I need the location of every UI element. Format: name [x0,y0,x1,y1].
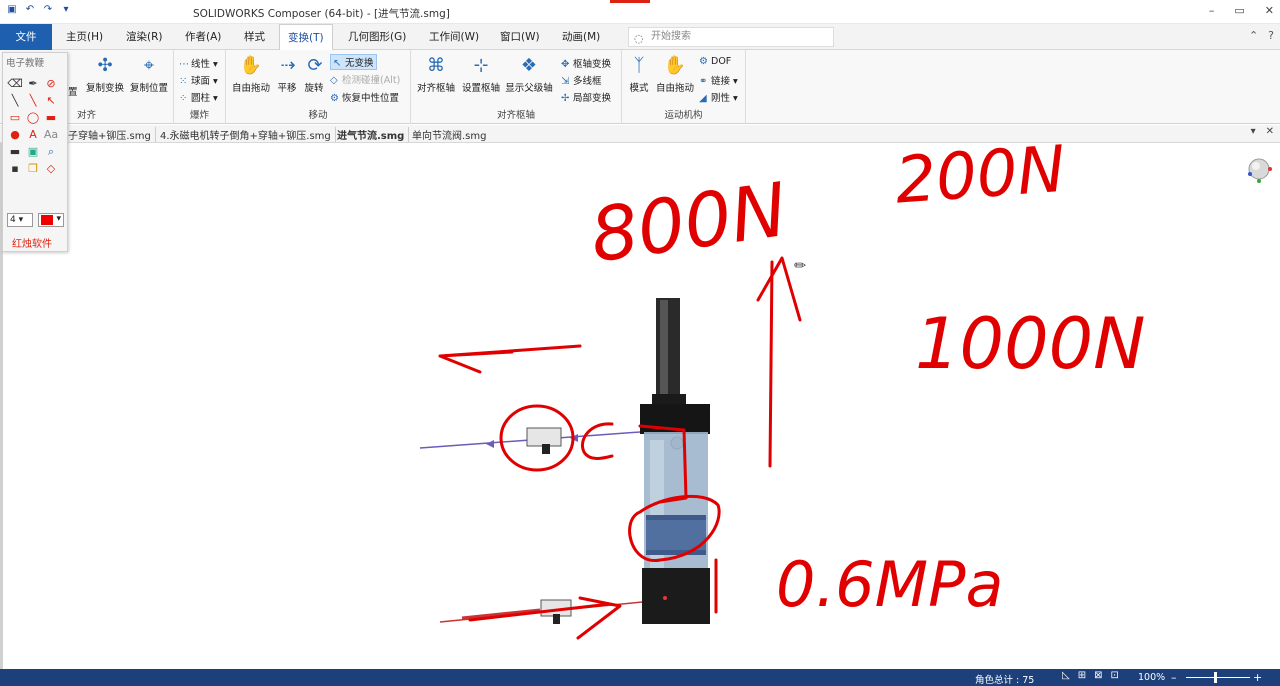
ink-c-mark [581,422,614,460]
zoom-slider[interactable] [1186,677,1250,678]
color-swatch [41,215,53,225]
text-icon[interactable]: A [24,126,42,143]
drawing-tool-title: 电子教鞭 [6,58,45,69]
ruler-icon[interactable]: ◺ [1062,670,1070,681]
view-cube-icon[interactable] [1244,154,1274,184]
screen-icon[interactable]: ▣ [24,143,42,160]
status-bar: 角色总计 : 75 ◺ ⊞ ⊠ ⊡ 100% – + [0,669,1280,686]
rectangle-icon[interactable]: ▭ [6,109,24,126]
drawing-tool-grid: ⌫ ✒ ⊘ ╲ ╲ ↖ ▭ ◯ ▬ ● A Aa ▬ ▣ ⌕ ▪ ❐ ◇ [6,75,60,177]
ink-left-arrow [438,344,582,374]
ink-text-pressure: 0.6MPa [776,548,1003,621]
zoom-slider-knob[interactable] [1214,672,1217,683]
piston-seal [646,520,706,550]
upper-valve-knob [542,444,550,454]
font-size-icon[interactable]: Aa [42,126,60,143]
ink-inflow-line [468,602,612,622]
rear-cap [642,568,710,624]
lower-valve-knob [553,614,560,624]
color-dropdown-icon: ▾ [56,214,61,224]
upper-throttle-valve[interactable] [419,427,641,454]
piston-rod-highlight [660,300,668,396]
brand-label: 红烛软件 [12,239,52,250]
clear-icon[interactable]: ⊘ [42,75,60,92]
open-folder-icon[interactable]: ❐ [24,160,42,177]
diamond-icon[interactable]: ◇ [42,160,60,177]
arrow-icon[interactable]: ↖ [42,92,60,109]
role-count: 角色总计 : 75 [975,675,1035,686]
view-cube-graphic [1248,158,1272,183]
red-line-icon[interactable]: ╲ [24,92,42,109]
pen-size-value: 4 [10,215,16,225]
ink-text-800: 800N [585,167,792,280]
upper-flow-arrow [486,440,494,448]
pen-size-select[interactable]: 4 ▾ [7,213,33,227]
cylinder-assembly[interactable] [640,298,710,624]
zoom-level: 100% [1138,672,1166,683]
ellipse-icon[interactable]: ◯ [24,109,42,126]
pen-color-select[interactable]: ▾ [38,213,64,227]
black-bar-icon[interactable]: ▬ [6,143,24,160]
save-drawing-icon[interactable]: ▪ [6,160,24,177]
zoom-in-icon[interactable]: + [1253,671,1262,684]
drawing-tool-panel: 电子教鞭 ⌫ ✒ ⊘ ╲ ╲ ↖ ▭ ◯ ▬ ● A Aa ▬ ▣ ⌕ ▪ ❐ … [2,52,68,252]
fit-icon[interactable]: ⊡ [1110,670,1118,681]
rear-port-marker [663,596,667,600]
filled-ellipse-icon[interactable]: ● [6,126,24,143]
status-icons: ◺ ⊞ ⊠ ⊡ [1062,670,1119,681]
collision-toggle-icon[interactable]: ⊠ [1094,670,1102,681]
magnifier-icon[interactable]: ⌕ [42,143,60,160]
ink-text-200: 200N [893,133,1068,219]
line-icon[interactable]: ╲ [6,92,24,109]
pen-icon[interactable]: ✒ [24,75,42,92]
grid-icon[interactable]: ⊞ [1078,670,1086,681]
ink-up-arrow [756,256,802,468]
upper-valve-body [526,427,562,447]
ink-text-1000: 1000N [915,303,1146,385]
zoom-out-icon[interactable]: – [1171,671,1177,684]
filled-rectangle-icon[interactable]: ▬ [42,109,60,126]
eraser-icon[interactable]: ⌫ [6,75,24,92]
scene-canvas: 800N 200N 1000N 0.6MPa [419,133,1146,640]
